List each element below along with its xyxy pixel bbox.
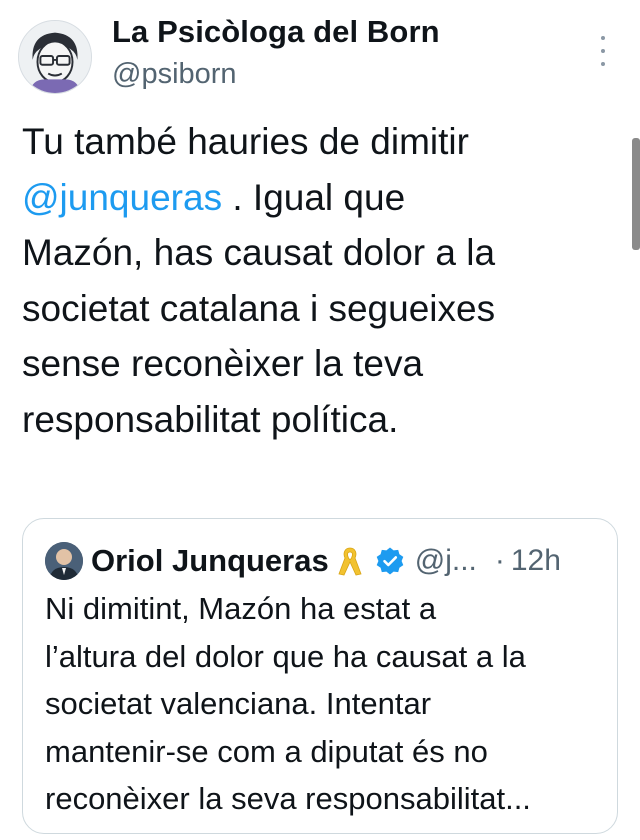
quoted-author-avatar[interactable] — [45, 542, 83, 580]
tweet-line: Mazón, has causat dolor a la — [22, 232, 496, 273]
author-avatar[interactable] — [18, 20, 92, 94]
quoted-tweet-line: societat valenciana. Intentar — [45, 686, 432, 721]
quoted-tweet-line: l’altura del dolor que ha causat a la — [45, 638, 526, 674]
scrollbar[interactable] — [632, 138, 640, 250]
quoted-tweet-text: Ni dimitint, Mazón ha estat a l’altura d… — [45, 585, 613, 823]
quoted-tweet-line: mantenir-se com a diputat és no — [45, 733, 488, 769]
tweet-line: sense reconèixer la teva — [22, 343, 424, 384]
yellow-ribbon-icon — [338, 547, 362, 576]
tweet-text: Tu també hauries de dimitir @junqueras .… — [22, 114, 612, 447]
author-handle[interactable]: @psiborn — [112, 58, 237, 91]
timestamp-separator: · — [494, 544, 505, 577]
verified-badge-icon — [376, 547, 404, 575]
quoted-author-display-name[interactable]: Oriol Junqueras — [91, 543, 329, 579]
tweet-line-fragment: . Igual que — [222, 176, 406, 218]
quoted-tweet-line: Ni dimitint, Mazón ha estat a — [45, 591, 437, 626]
more-vertical-icon[interactable] — [596, 36, 610, 66]
tweet-line: responsabilitat política. — [22, 398, 399, 440]
quoted-tweet-timestamp[interactable]: 12h — [511, 544, 561, 578]
mention-link[interactable]: @junqueras — [22, 177, 222, 218]
tweet-line: @junqueras . Igual que — [22, 170, 612, 226]
quoted-tweet-card[interactable]: Oriol Junqueras @j... · 12h Ni dimitint,… — [22, 518, 618, 834]
author-display-name[interactable]: La Psicòloga del Born — [112, 14, 440, 50]
quoted-tweet-line: reconèixer la seva responsabilitat... — [45, 781, 531, 816]
tweet-line: societat catalana i segueixes — [22, 287, 496, 329]
quoted-author-handle[interactable]: @j... — [415, 544, 477, 578]
tweet-line: Tu també hauries de dimitir — [22, 121, 469, 162]
quoted-tweet-header: Oriol Junqueras @j... · 12h — [45, 541, 561, 581]
